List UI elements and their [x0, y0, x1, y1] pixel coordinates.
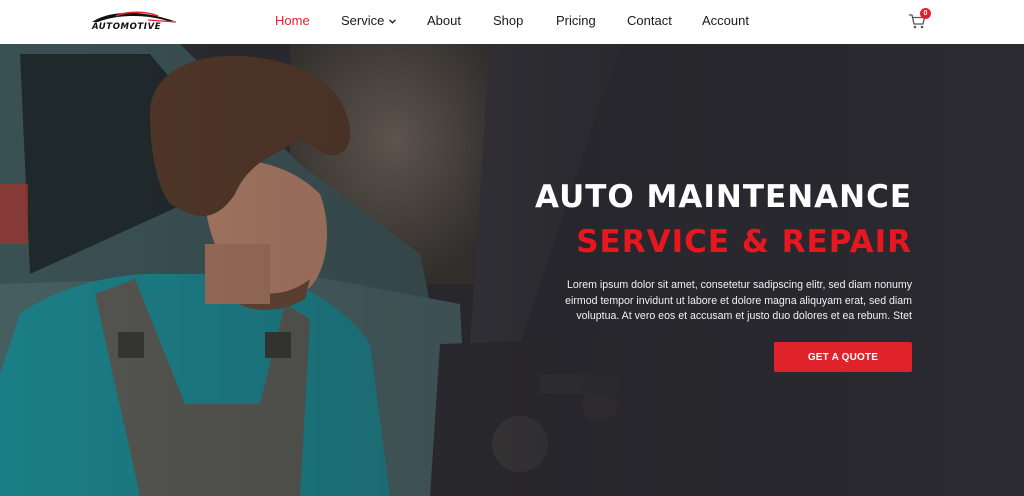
cart-count-badge: 0 [920, 8, 931, 19]
hero-title-line-2: SERVICE & REPAIR [576, 224, 912, 260]
site-header: AUTOMOTIVE Home Service About Shop Prici… [0, 0, 1024, 44]
nav-shop[interactable]: Shop [493, 13, 523, 28]
nav-about[interactable]: About [427, 13, 461, 28]
nav-pricing[interactable]: Pricing [556, 13, 596, 28]
hero-section: AUTO MAINTENANCE SERVICE & REPAIR Lorem … [0, 44, 1024, 496]
nav-contact[interactable]: Contact [627, 13, 672, 28]
nav-account[interactable]: Account [702, 13, 749, 28]
get-a-quote-button[interactable]: GET A QUOTE [774, 342, 912, 372]
cart-button[interactable]: 0 [908, 8, 931, 32]
nav-service-label: Service [341, 13, 385, 28]
hero-background-image [0, 44, 1024, 496]
nav-service[interactable]: Service [341, 13, 397, 28]
hero-title-line-1: AUTO MAINTENANCE [535, 179, 912, 215]
main-nav: Home Service About Shop Pricing Contact … [0, 0, 1024, 44]
nav-home[interactable]: Home [275, 13, 310, 28]
hero-description: Lorem ipsum dolor sit amet, consetetur s… [565, 279, 912, 322]
chevron-down-icon [389, 19, 397, 24]
